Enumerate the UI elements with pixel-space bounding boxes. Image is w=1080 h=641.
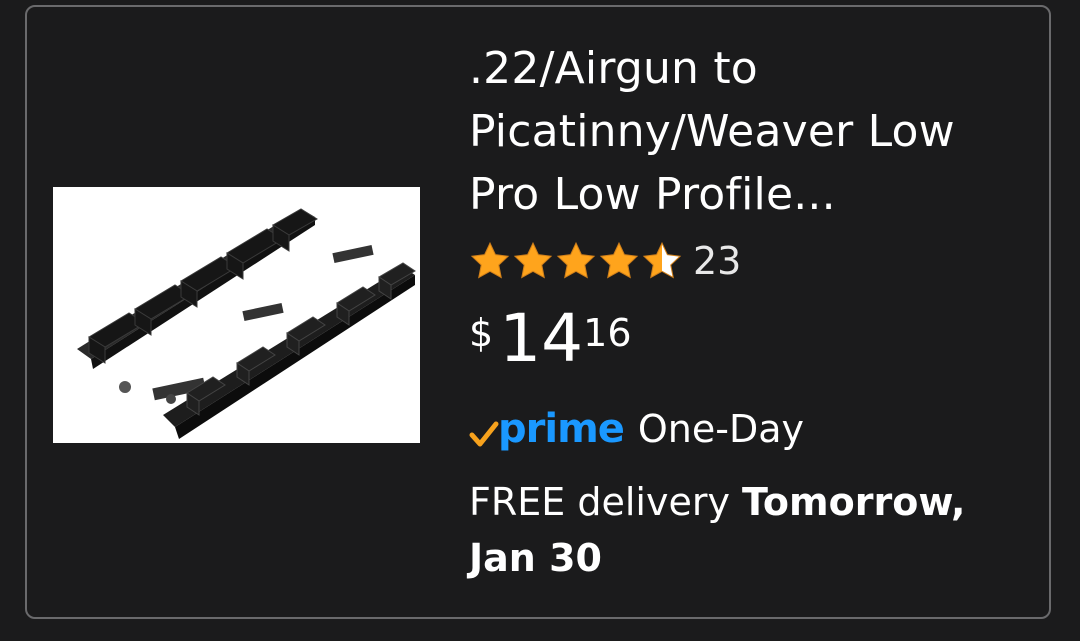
star-icon xyxy=(599,241,639,279)
star-icon xyxy=(513,241,553,279)
prime-speed: One-Day xyxy=(637,407,805,451)
product-details: .22/Airgun to Picatinny/Weaver Low Pro L… xyxy=(469,37,1029,586)
star-icon xyxy=(470,241,510,279)
delivery-info: FREE delivery Tomorrow, Jan 30 xyxy=(469,474,1029,586)
product-image[interactable] xyxy=(53,187,420,443)
star-rating xyxy=(469,240,683,282)
star-icon xyxy=(556,241,596,279)
delivery-prefix: FREE delivery xyxy=(469,480,743,524)
star-half-icon xyxy=(642,241,682,279)
prime-logo: prime xyxy=(469,406,625,452)
rail-adapter-image xyxy=(53,187,420,443)
product-card[interactable]: .22/Airgun to Picatinny/Weaver Low Pro L… xyxy=(25,5,1051,619)
product-title[interactable]: .22/Airgun to Picatinny/Weaver Low Pro L… xyxy=(469,37,1029,227)
prime-badge-row: prime One-Day xyxy=(469,404,1029,454)
price: $ 14 16 xyxy=(469,306,1029,376)
price-whole: 14 xyxy=(499,300,584,377)
price-fraction: 16 xyxy=(583,311,632,355)
rating-row[interactable]: 23 xyxy=(469,239,1029,283)
rating-count[interactable]: 23 xyxy=(693,239,741,283)
prime-check-icon xyxy=(469,421,499,447)
prime-logo-text: prime xyxy=(498,406,625,452)
price-currency: $ xyxy=(469,311,494,355)
